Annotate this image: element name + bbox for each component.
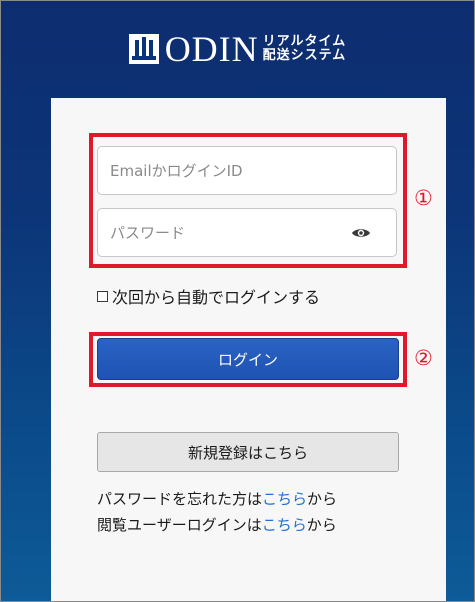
logo-wordmark: ODIN: [164, 29, 259, 69]
remember-label: 次回から自動でログインする: [112, 288, 321, 307]
forgot-password-link[interactable]: こちら: [262, 490, 307, 508]
register-button[interactable]: 新規登録はこちら: [97, 432, 399, 472]
logo-tagline: リアルタイム 配送システム: [263, 35, 347, 63]
viewer-suffix: から: [306, 516, 337, 534]
viewer-login-link[interactable]: こちら: [262, 516, 307, 534]
forgot-suffix: から: [307, 490, 338, 508]
forgot-password-line: パスワードを忘れた方はこちらから: [97, 488, 337, 509]
annotation-box-1: [89, 133, 407, 268]
odin-logo-icon: [128, 34, 159, 64]
annotation-box-2: [89, 332, 407, 387]
viewer-prefix: 閲覧ユーザーログインは: [97, 516, 262, 534]
remember-me[interactable]: 次回から自動でログインする: [97, 284, 320, 308]
app-logo: ODIN リアルタイム 配送システム: [1, 29, 474, 69]
remember-checkbox[interactable]: [97, 290, 108, 302]
annotation-number-2: ②: [414, 346, 433, 370]
login-page: ODIN リアルタイム 配送システム ① 次回から自動でログインする ログイン …: [0, 0, 475, 602]
viewer-login-line: 閲覧ユーザーログインはこちらから: [97, 514, 337, 535]
forgot-prefix: パスワードを忘れた方は: [97, 490, 263, 508]
annotation-number-1: ①: [414, 186, 433, 210]
logo-tagline-top: リアルタイム: [262, 34, 347, 49]
logo-tagline-bottom: 配送システム: [262, 48, 347, 63]
